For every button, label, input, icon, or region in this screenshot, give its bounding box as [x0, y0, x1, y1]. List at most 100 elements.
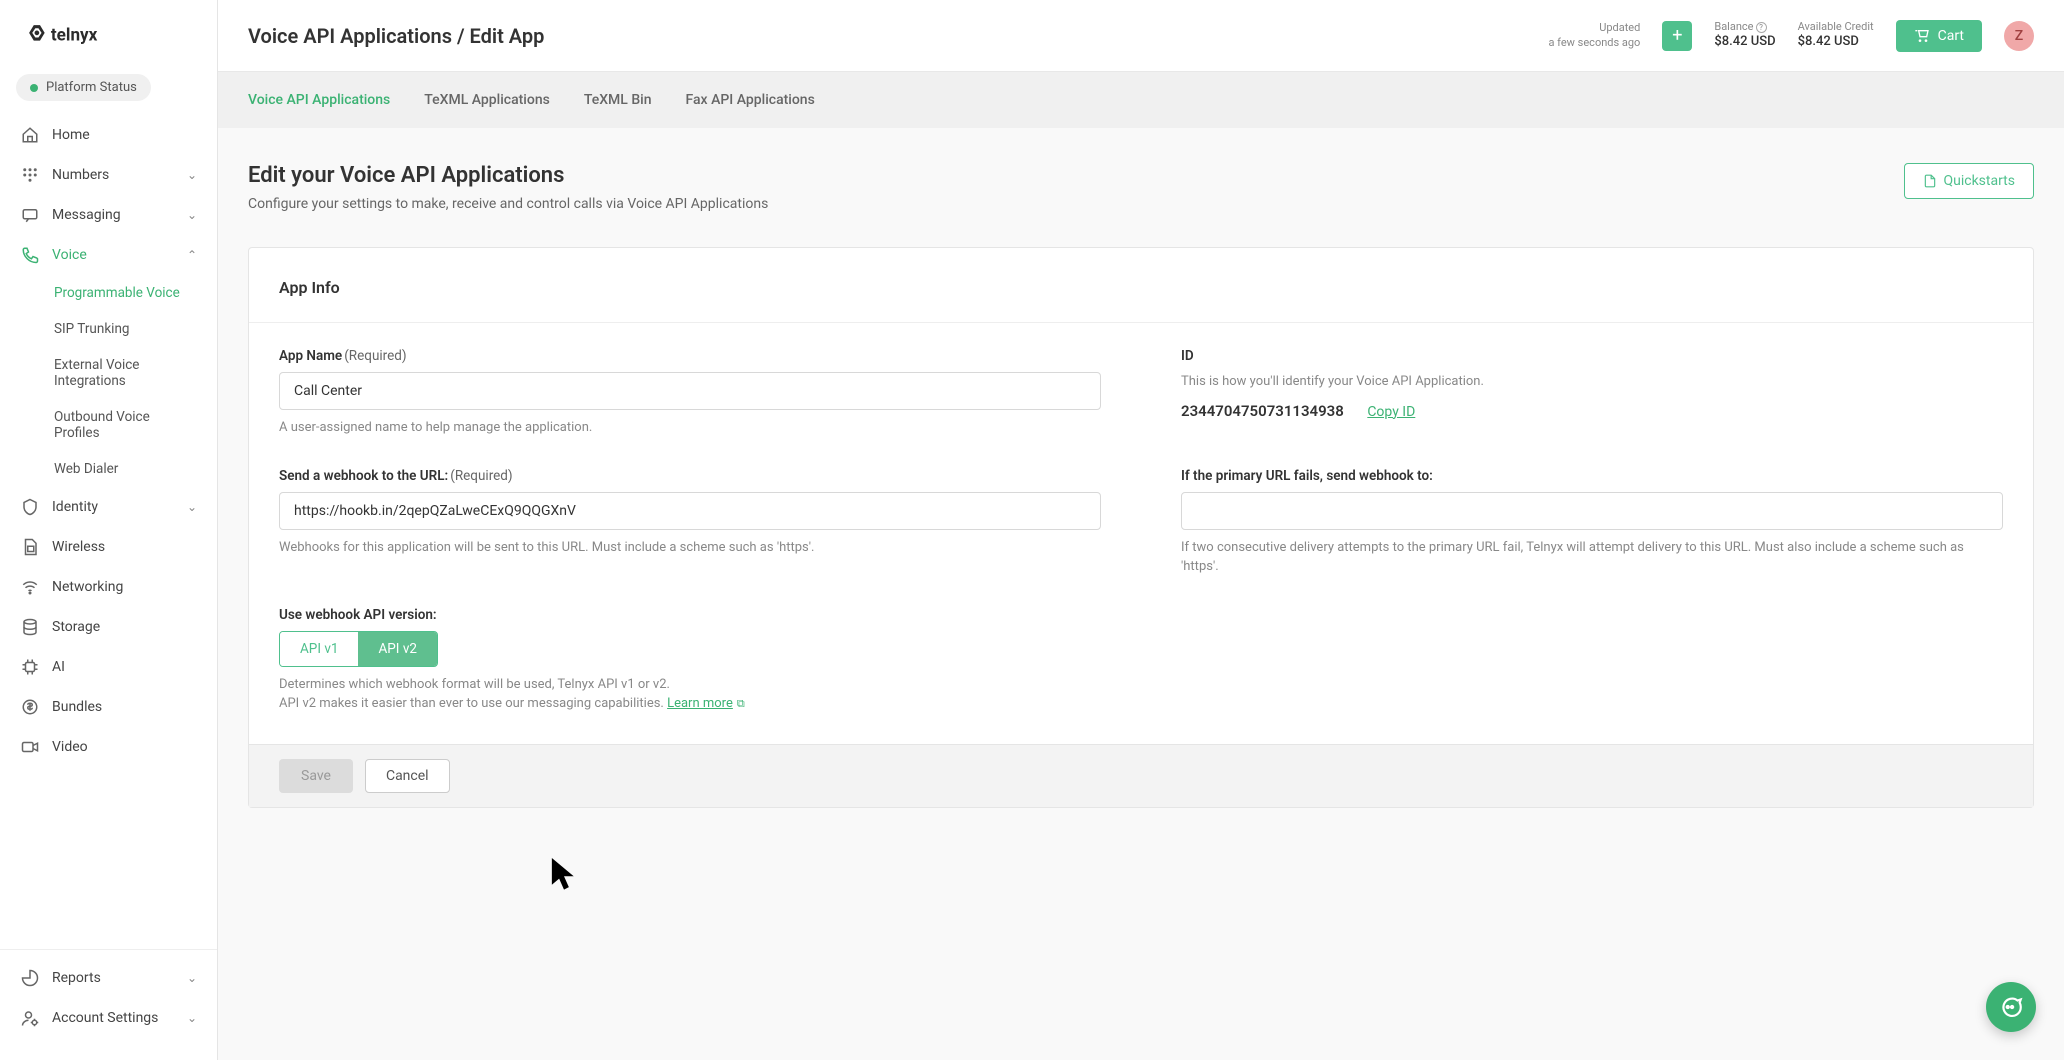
sidebar-item-voice[interactable]: Voice ⌃ [0, 235, 217, 275]
app-name-input[interactable] [279, 372, 1101, 410]
nav-label: Messaging [52, 207, 121, 223]
sidebar-item-networking[interactable]: Networking [0, 567, 217, 607]
sidebar-sub-programmable-voice[interactable]: Programmable Voice [0, 275, 217, 311]
chat-fab-button[interactable] [1986, 982, 2036, 1032]
webhook-url-input[interactable] [279, 492, 1101, 530]
platform-status[interactable]: Platform Status [16, 74, 151, 101]
webhook-help: Webhooks for this application will be se… [279, 538, 1101, 558]
tab-fax-api-applications[interactable]: Fax API Applications [686, 92, 815, 108]
copy-id-link[interactable]: Copy ID [1367, 404, 1415, 420]
sidebar-item-messaging[interactable]: Messaging ⌄ [0, 195, 217, 235]
chip-icon [20, 657, 40, 677]
sim-icon [20, 537, 40, 557]
failover-help: If two consecutive delivery attempts to … [1181, 538, 2003, 577]
app-name-help: A user-assigned name to help manage the … [279, 418, 1101, 438]
id-value: 2344704750731134938 [1181, 402, 1344, 420]
page-title: Edit your Voice API Applications [248, 163, 768, 188]
chevron-down-icon: ⌄ [187, 1011, 197, 1025]
id-label: ID [1181, 348, 2003, 364]
tabs: Voice API Applications TeXML Application… [218, 72, 2064, 128]
chevron-down-icon: ⌄ [187, 500, 197, 514]
sidebar-item-home[interactable]: Home [0, 115, 217, 155]
phone-icon [20, 245, 40, 265]
failover-url-label: If the primary URL fails, send webhook t… [1181, 468, 2003, 484]
nav-label: Voice [52, 247, 87, 263]
tab-texml-applications[interactable]: TeXML Applications [424, 92, 550, 108]
nav-label: Video [52, 739, 88, 755]
balance-amount: $8.42 USD [1714, 34, 1775, 51]
nav-label: Storage [52, 619, 100, 635]
balance-block: Balance? $8.42 USD [1714, 20, 1775, 51]
sidebar-item-account-settings[interactable]: Account Settings ⌄ [0, 998, 217, 1038]
avatar[interactable]: Z [2004, 21, 2034, 51]
sidebar-sub-web-dialer[interactable]: Web Dialer [0, 451, 217, 487]
content: Edit your Voice API Applications Configu… [218, 128, 2064, 1060]
tab-voice-api-applications[interactable]: Voice API Applications [248, 92, 390, 108]
cart-button[interactable]: Cart [1896, 20, 1982, 52]
sidebar-sub-sip-trunking[interactable]: SIP Trunking [0, 311, 217, 347]
chevron-down-icon: ⌄ [187, 208, 197, 222]
chevron-down-icon: ⌄ [187, 168, 197, 182]
topbar: Voice API Applications / Edit App Update… [218, 0, 2064, 72]
brand-logo[interactable]: telnyx [0, 22, 217, 74]
cancel-button[interactable]: Cancel [365, 759, 450, 793]
updated-block: Updated a few seconds ago [1548, 21, 1640, 50]
status-dot-icon [30, 84, 38, 92]
message-icon [20, 205, 40, 225]
nav-label: AI [52, 659, 65, 675]
pie-icon [20, 968, 40, 988]
credit-label: Available Credit [1798, 20, 1874, 34]
chevron-down-icon: ⌄ [187, 971, 197, 985]
footer-actions: Save Cancel [249, 744, 2033, 807]
sidebar-item-video[interactable]: Video [0, 727, 217, 767]
app-info-card: App Info App Name(Required) A user-assig… [248, 247, 2034, 808]
avatar-letter: Z [2015, 28, 2023, 44]
app-name-label: App Name(Required) [279, 348, 1101, 364]
video-icon [20, 737, 40, 757]
svg-text:telnyx: telnyx [51, 26, 98, 46]
nav-label: Networking [52, 579, 123, 595]
id-help: This is how you'll identify your Voice A… [1181, 372, 2003, 392]
sidebar: telnyx Platform Status Home Numbers ⌄ Me… [0, 0, 218, 1060]
nav-label: Wireless [52, 539, 105, 555]
api-v1-button[interactable]: API v1 [280, 632, 358, 666]
nav-label: Identity [52, 499, 98, 515]
dialpad-icon [20, 165, 40, 185]
sidebar-item-storage[interactable]: Storage [0, 607, 217, 647]
learn-more-link[interactable]: Learn more⧉ [667, 696, 745, 711]
nav-label: Account Settings [52, 1010, 158, 1026]
sidebar-item-ai[interactable]: AI [0, 647, 217, 687]
sidebar-sub-external-voice[interactable]: External Voice Integrations [0, 347, 217, 399]
save-button[interactable]: Save [279, 759, 353, 793]
nav-label: Reports [52, 970, 101, 986]
credit-block: Available Credit $8.42 USD [1798, 20, 1874, 51]
shield-icon [20, 497, 40, 517]
section-title: App Info [279, 278, 2003, 297]
plus-icon: + [1672, 25, 1682, 46]
sidebar-item-bundles[interactable]: Bundles [0, 687, 217, 727]
nav-label: Home [52, 127, 90, 143]
api-version-toggle: API v1 API v2 [279, 631, 438, 667]
api-version-label: Use webhook API version: [279, 607, 1101, 623]
cart-label: Cart [1938, 28, 1964, 44]
chevron-up-icon: ⌃ [187, 248, 197, 262]
help-icon[interactable]: ? [1756, 22, 1767, 33]
home-icon [20, 125, 40, 145]
sidebar-item-wireless[interactable]: Wireless [0, 527, 217, 567]
tab-texml-bin[interactable]: TeXML Bin [584, 92, 652, 108]
document-icon [1923, 174, 1937, 188]
api-v2-button[interactable]: API v2 [358, 632, 436, 666]
webhook-url-label: Send a webhook to the URL:(Required) [279, 468, 1101, 484]
sidebar-item-numbers[interactable]: Numbers ⌄ [0, 155, 217, 195]
sidebar-item-reports[interactable]: Reports ⌄ [0, 958, 217, 998]
failover-url-input[interactable] [1181, 492, 2003, 530]
updated-label: Updated [1548, 21, 1640, 35]
dollar-icon [20, 697, 40, 717]
sidebar-item-identity[interactable]: Identity ⌄ [0, 487, 217, 527]
sidebar-sub-outbound-profiles[interactable]: Outbound Voice Profiles [0, 399, 217, 451]
database-icon [20, 617, 40, 637]
external-link-icon: ⧉ [737, 696, 745, 713]
main-area: Voice API Applications / Edit App Update… [218, 0, 2064, 1060]
quickstarts-button[interactable]: Quickstarts [1904, 163, 2035, 199]
add-button[interactable]: + [1662, 21, 1692, 51]
